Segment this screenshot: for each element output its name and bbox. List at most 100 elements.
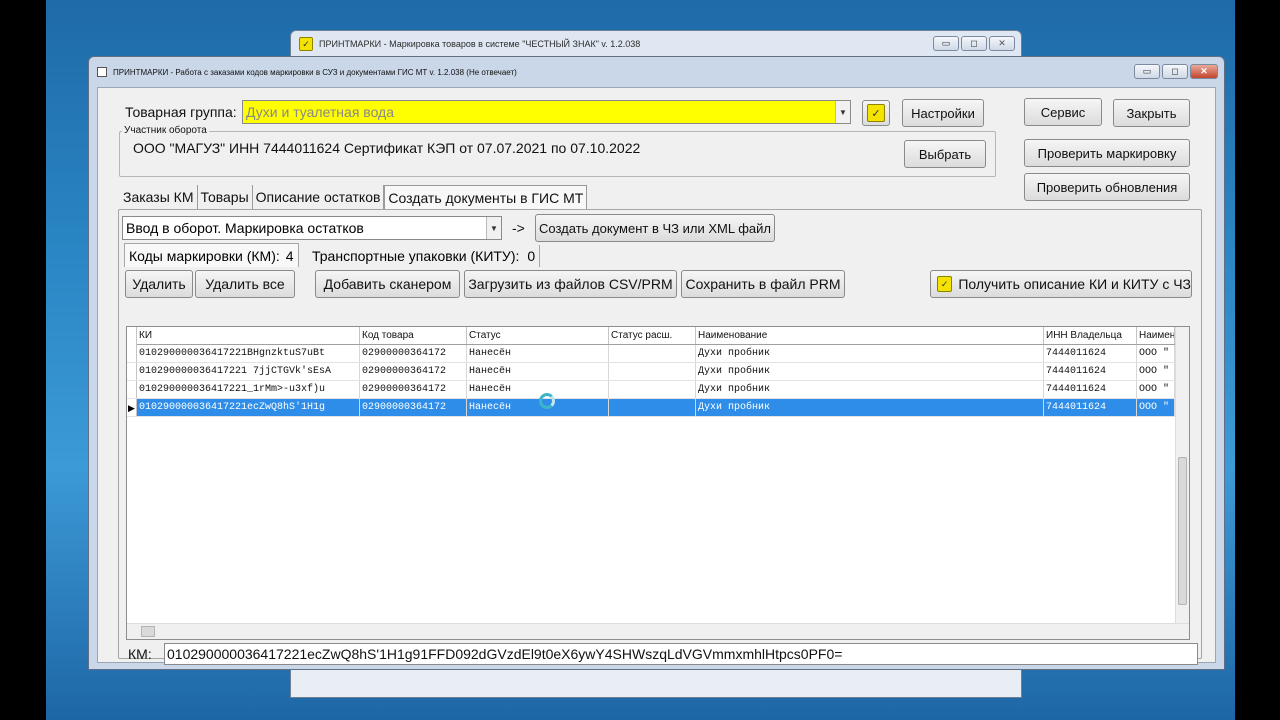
table-cell[interactable]: 7444011624: [1044, 345, 1137, 362]
tab-products[interactable]: Товары: [198, 185, 253, 209]
row-indicator: ▶: [127, 399, 137, 416]
table-cell[interactable]: ООО ": [1137, 399, 1175, 416]
window-system-icon: [97, 67, 107, 77]
table-cell[interactable]: Нанесён: [467, 345, 609, 362]
table-row[interactable]: 010290000036417221 7jjCTGVk'sEsA 02900000…: [127, 363, 1189, 381]
table-cell[interactable]: ООО ": [1137, 381, 1175, 398]
subtab-kitu-count: 0: [527, 248, 536, 264]
subtab-km-label: Коды маркировки (КМ):: [129, 247, 280, 264]
column-header[interactable]: Наименование: [696, 327, 1044, 344]
background-window-bottom: [291, 669, 1021, 697]
save-prm-button[interactable]: Сохранить в файл PRM: [681, 270, 845, 298]
participant-value: ООО "МАГУЗ" ИНН 7444011624 Сертификат КЭ…: [133, 140, 641, 156]
table-cell[interactable]: 010290000036417221BHgnzktuS7uBt: [137, 345, 360, 362]
choose-button[interactable]: Выбрать: [904, 140, 986, 168]
product-group-value: Духи и туалетная вода: [246, 104, 395, 120]
column-header[interactable]: Код товара: [360, 327, 467, 344]
get-description-label: Получить описание КИ и КИТУ с ЧЗ: [958, 276, 1191, 292]
background-window-controls: ▭ ◻ ✕: [933, 36, 1015, 51]
delete-all-button[interactable]: Удалить все: [195, 270, 295, 298]
table-row[interactable]: ▶ 010290000036417221ecZwQ8hS'1H1g 02900000…: [127, 399, 1189, 417]
table-cell[interactable]: 02900000364172: [360, 363, 467, 380]
codes-grid[interactable]: КИ Код товара Статус Статус расш. Наимен…: [126, 326, 1190, 640]
vertical-scroll-thumb[interactable]: [1178, 457, 1187, 605]
table-cell[interactable]: [609, 363, 696, 380]
table-cell[interactable]: Нанесён: [467, 381, 609, 398]
column-header[interactable]: ИНН Владельца: [1044, 327, 1137, 344]
get-description-button[interactable]: ✓ Получить описание КИ и КИТУ с ЧЗ: [930, 270, 1192, 298]
document-type-value: Ввод в оборот. Маркировка остатков: [126, 220, 364, 236]
sync-icon: ✓: [937, 276, 953, 292]
table-cell[interactable]: 7444011624: [1044, 399, 1137, 416]
column-header[interactable]: Статус: [467, 327, 609, 344]
participant-legend: Участник оборота: [122, 125, 209, 136]
close-icon[interactable]: ✕: [989, 36, 1015, 51]
load-files-button[interactable]: Загрузить из файлов CSV/PRM: [464, 270, 677, 298]
main-window-titlebar[interactable]: ПРИНТМАРКИ - Работа с заказами кодов мар…: [89, 57, 1224, 87]
table-cell[interactable]: 02900000364172: [360, 399, 467, 416]
create-document-button[interactable]: Создать документ в ЧЗ или XML файл: [535, 214, 775, 242]
check-updates-button[interactable]: Проверить обновления: [1024, 173, 1190, 201]
chevron-down-icon[interactable]: ▼: [486, 217, 501, 239]
horizontal-scrollbar[interactable]: [127, 623, 1189, 639]
horizontal-scroll-thumb[interactable]: [141, 626, 155, 637]
main-window-controls: ▭ ◻ ✕: [1134, 64, 1218, 79]
close-window-button[interactable]: ✕: [1190, 64, 1218, 79]
table-row[interactable]: 010290000036417221BHgnzktuS7uBt 029000003…: [127, 345, 1189, 363]
sync-icon: ✓: [867, 104, 885, 122]
delete-button[interactable]: Удалить: [125, 270, 193, 298]
table-cell[interactable]: Духи пробник: [696, 399, 1044, 416]
arrow-text: ->: [512, 220, 525, 236]
background-window-titlebar[interactable]: ✓ ПРИНТМАРКИ - Маркировка товаров в сист…: [291, 31, 1021, 57]
close-button[interactable]: Закрыть: [1113, 99, 1190, 127]
table-cell[interactable]: 02900000364172: [360, 381, 467, 398]
sync-icon-button[interactable]: ✓: [862, 100, 890, 126]
grid-header: КИ Код товара Статус Статус расш. Наимен…: [127, 327, 1189, 345]
check-marking-button[interactable]: Проверить маркировку: [1024, 139, 1190, 167]
product-group-select[interactable]: Духи и туалетная вода ▼: [242, 100, 851, 124]
column-header[interactable]: Статус расш.: [609, 327, 696, 344]
document-type-select[interactable]: Ввод в оборот. Маркировка остатков ▼: [122, 216, 502, 240]
row-indicator: [127, 345, 137, 362]
tab-stock-description[interactable]: Описание остатков: [253, 185, 385, 209]
table-cell[interactable]: 02900000364172: [360, 345, 467, 362]
table-cell[interactable]: Духи пробник: [696, 381, 1044, 398]
table-row[interactable]: 010290000036417221_1rMm>-u3xf)u 029000003…: [127, 381, 1189, 399]
table-cell[interactable]: Нанесён: [467, 399, 609, 416]
table-cell[interactable]: Духи пробник: [696, 363, 1044, 380]
maximize-button[interactable]: ◻: [961, 36, 987, 51]
service-button[interactable]: Сервис: [1024, 98, 1102, 126]
column-header[interactable]: КИ: [137, 327, 360, 344]
table-cell[interactable]: Духи пробник: [696, 345, 1044, 362]
minimize-button[interactable]: ▭: [933, 36, 959, 51]
vertical-scrollbar[interactable]: [1175, 327, 1189, 625]
product-group-label: Товарная группа:: [125, 104, 237, 120]
settings-button[interactable]: Настройки: [902, 99, 984, 127]
table-cell[interactable]: ООО ": [1137, 363, 1175, 380]
maximize-button[interactable]: ◻: [1162, 64, 1188, 79]
subtab-km-count: 4: [285, 247, 294, 264]
busy-spinner-icon: [539, 393, 555, 409]
table-cell[interactable]: 7444011624: [1044, 363, 1137, 380]
column-header[interactable]: Наимен: [1137, 327, 1175, 344]
table-cell[interactable]: 010290000036417221ecZwQ8hS'1H1g: [137, 399, 360, 416]
tab-orders[interactable]: Заказы КМ: [120, 185, 198, 209]
table-cell[interactable]: 010290000036417221 7jjCTGVk'sEsA: [137, 363, 360, 380]
table-cell[interactable]: [609, 399, 696, 416]
table-cell[interactable]: [609, 381, 696, 398]
chevron-down-icon[interactable]: ▼: [835, 101, 850, 123]
table-cell[interactable]: [609, 345, 696, 362]
minimize-button[interactable]: ▭: [1134, 64, 1160, 79]
table-cell[interactable]: ООО ": [1137, 345, 1175, 362]
main-tabs: Заказы КМ Товары Описание остатков Созда…: [120, 185, 588, 209]
table-cell[interactable]: 010290000036417221_1rMm>-u3xf)u: [137, 381, 360, 398]
tab-create-documents[interactable]: Создать документы в ГИС МТ: [384, 185, 588, 209]
subtab-kitu-label: Транспортные упаковки (КИТУ):: [312, 248, 520, 264]
table-cell[interactable]: 7444011624: [1044, 381, 1137, 398]
table-cell[interactable]: Нанесён: [467, 363, 609, 380]
subtab-km[interactable]: Коды маркировки (КМ): 4: [124, 243, 299, 267]
km-value-field[interactable]: 010290000036417221ecZwQ8hS'1H1g91FFD092d…: [164, 643, 1198, 665]
subtab-kitu[interactable]: Транспортные упаковки (КИТУ): 0: [308, 245, 541, 267]
main-window: ПРИНТМАРКИ - Работа с заказами кодов мар…: [88, 56, 1225, 670]
add-scanner-button[interactable]: Добавить сканером: [315, 270, 460, 298]
